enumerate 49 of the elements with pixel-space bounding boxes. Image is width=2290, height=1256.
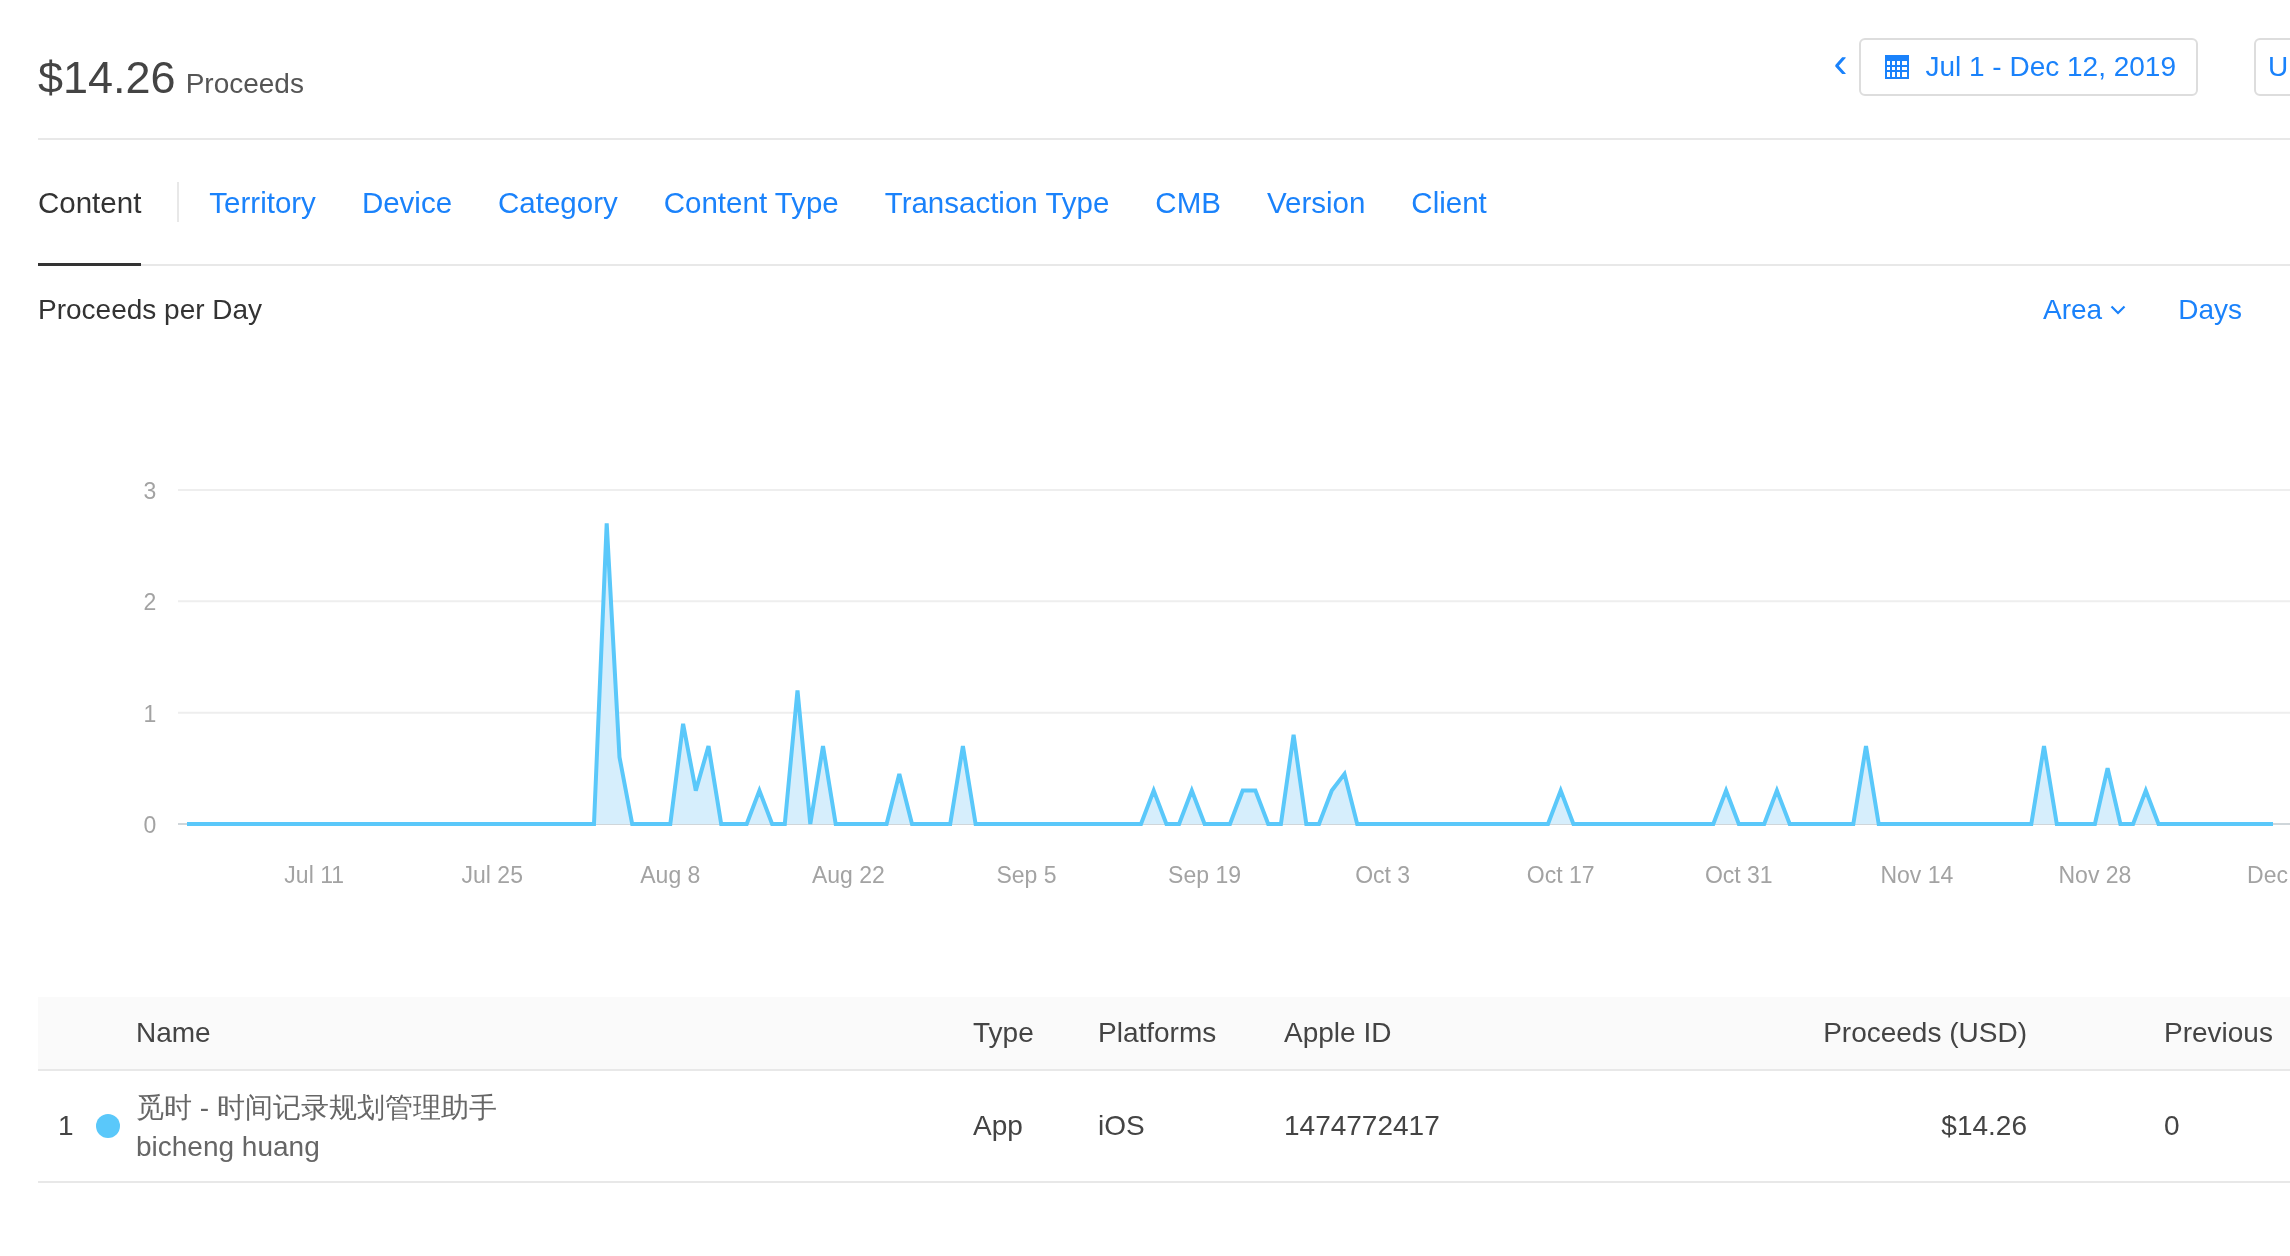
tab[interactable]: Content [38,140,142,266]
x-axis-label: Aug 8 [640,862,701,888]
column-header[interactable]: Type [973,1017,1098,1049]
developer-name: bicheng huang [136,1131,321,1163]
total-amount: $14.26 [38,52,176,104]
y-axis-label: 0 [143,812,157,838]
x-axis-label: Dec [2247,862,2288,888]
tab[interactable]: CMB [1155,140,1221,266]
column-header[interactable]: Previous [2027,1017,2290,1049]
row-number: 1 [57,1110,75,1142]
y-axis-label: 1 [143,700,157,727]
x-axis-label: Nov 28 [2058,862,2132,888]
date-range-button[interactable]: Jul 1 - Dec 12, 2019 [1859,38,2198,96]
x-axis-label: Oct 17 [1526,862,1595,888]
calendar-icon [1885,55,1910,79]
tab[interactable]: Device [361,140,453,266]
table-cell-text: 0 [2163,1110,2181,1142]
chart-type-dropdown[interactable]: Area [2043,294,2127,326]
x-axis-label: Oct 31 [1704,862,1773,888]
chevron-down-icon [2110,305,2127,315]
tab[interactable]: Version [1266,140,1366,266]
chart-title: Proceeds per Day [38,294,263,326]
column-header[interactable]: Apple ID [1284,1017,1714,1049]
table-cell-text: 1474772417 [1284,1110,1441,1142]
tab[interactable]: Content Type [663,140,839,266]
total-label: Proceeds [185,68,304,100]
table-cell-text: $14.26 [1940,1110,2027,1142]
tab[interactable]: Transaction Type [884,140,1110,266]
x-axis-label: Sep 19 [1168,862,1241,888]
tab[interactable]: Territory [209,140,316,266]
app-name: 觅时 - 时间记录规划管理助手 [136,1091,498,1125]
tab[interactable]: Client [1411,140,1487,266]
x-axis-label: Nov 14 [1880,862,1954,888]
y-axis-label: 3 [143,478,157,504]
column-header[interactable]: Name [136,1017,973,1049]
x-axis-label: Oct 3 [1355,862,1411,888]
x-axis-label: Sep 5 [996,862,1057,888]
previous-period-button[interactable]: ‹ [1833,42,1848,92]
table-cell-text: iOS [1098,1110,1146,1142]
y-axis-label: 2 [143,589,157,616]
column-header[interactable]: Proceeds (USD) [1714,1017,2027,1049]
interval-button[interactable]: Days [2178,294,2242,326]
x-axis-label: Aug 22 [811,862,885,888]
x-axis-label: Jul 11 [284,862,345,888]
table-cell-text: App [973,1110,1024,1142]
column-header[interactable]: Platforms [1098,1017,1284,1049]
next-button[interactable]: U [2254,38,2290,96]
tab[interactable]: Category [498,140,618,266]
x-axis-label: Jul 25 [461,862,523,888]
